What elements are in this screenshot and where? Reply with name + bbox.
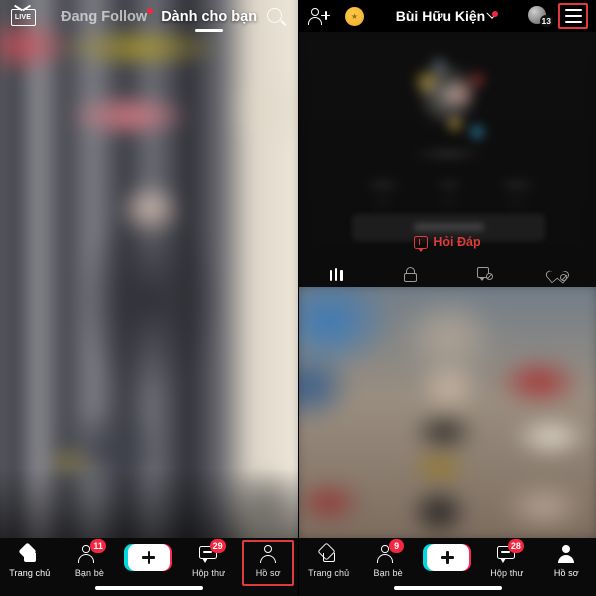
- liked-hidden-icon: [550, 267, 568, 281]
- friends-badge: 9: [389, 539, 405, 553]
- dual-screenshot-container: LIVE Đang Follow Dành cho bạn Trang chủ: [0, 0, 596, 596]
- create-post-button[interactable]: [418, 544, 477, 586]
- sidebar-item-home[interactable]: Trang chủ: [299, 544, 358, 586]
- create-plus-icon: [422, 544, 471, 571]
- add-person-icon[interactable]: [307, 5, 331, 27]
- tab-liked[interactable]: [522, 260, 596, 287]
- question-bubble-icon: [414, 235, 429, 252]
- nav-label-profile: Hồ sơ: [553, 568, 579, 578]
- hamburger-menu-icon[interactable]: [558, 3, 588, 29]
- tab-active-underline: [195, 29, 224, 32]
- sidebar-item-friends[interactable]: 11 Bạn bè: [60, 539, 120, 586]
- video-thumbnail-blurred: [299, 287, 596, 538]
- profile-icon: [557, 544, 575, 564]
- profile-tabs: [299, 260, 596, 287]
- live-antenna-icon: [23, 4, 39, 11]
- tab-following-label: Đang Follow: [61, 9, 148, 25]
- tab-posts[interactable]: [299, 260, 373, 287]
- sidebar-item-inbox[interactable]: 29 Hộp thư: [179, 539, 239, 586]
- title-notification-dot: [492, 11, 498, 17]
- tab-reposts[interactable]: [448, 260, 522, 287]
- inbox-icon: 29: [198, 539, 226, 564]
- inbox-badge: 29: [209, 539, 226, 553]
- create-plus-icon: [123, 544, 172, 571]
- nav-label-inbox: Hộp thư: [490, 568, 524, 578]
- home-icon: [319, 544, 338, 564]
- home-indicator: [95, 586, 203, 590]
- page-title: Bùi Hữu Kiện: [395, 8, 486, 24]
- tab-private[interactable]: [373, 260, 447, 287]
- home-indicator: [393, 586, 502, 590]
- sidebar-item-profile[interactable]: Hồ sơ: [238, 540, 298, 586]
- profile-icon: [259, 544, 277, 564]
- live-label: LIVE: [10, 8, 36, 26]
- search-icon[interactable]: [264, 5, 288, 29]
- repost-off-icon: [476, 267, 493, 281]
- friends-icon: 11: [78, 539, 106, 564]
- lock-private-icon: [403, 266, 417, 282]
- profile-title-dropdown[interactable]: Bùi Hữu Kiện: [364, 7, 528, 24]
- notification-avatar[interactable]: 13: [528, 5, 553, 27]
- notification-count: 13: [539, 15, 553, 27]
- inbox-icon: 28: [496, 539, 524, 564]
- friends-badge: 11: [90, 539, 106, 553]
- nav-label-inbox: Hộp thư: [191, 568, 226, 578]
- qa-label: Hỏi Đáp: [433, 235, 481, 249]
- nav-label-home: Trang chủ: [308, 568, 350, 578]
- live-icon[interactable]: LIVE: [10, 5, 36, 29]
- video-bottom-gradient: [0, 468, 298, 538]
- qa-link[interactable]: Hỏi Đáp: [299, 235, 596, 252]
- friends-icon: 9: [377, 539, 405, 564]
- right-phone-screen: ★ Bùi Hữu Kiện 13 Hỏi Đáp Trang chủ 9 Bạ…: [298, 0, 596, 596]
- coin-badge-icon[interactable]: ★: [345, 6, 364, 26]
- sidebar-item-friends[interactable]: 9 Bạn bè: [358, 539, 417, 586]
- profile-topbar: ★ Bùi Hữu Kiện 13: [299, 0, 596, 32]
- nav-label-friends: Bạn bè: [74, 568, 104, 578]
- inbox-badge: 28: [507, 539, 524, 553]
- nav-label-friends: Bạn bè: [373, 568, 403, 578]
- feed-topbar: LIVE Đang Follow Dành cho bạn: [0, 0, 298, 34]
- tab-for-you-label: Dành cho bạn: [161, 9, 258, 25]
- create-post-button[interactable]: [119, 544, 179, 586]
- profile-video-grid[interactable]: [299, 287, 596, 538]
- nav-label-home: Trang chủ: [9, 568, 51, 578]
- home-icon: [20, 544, 39, 564]
- profile-header-area: Hỏi Đáp: [299, 32, 596, 287]
- sidebar-item-profile[interactable]: Hồ sơ: [537, 544, 596, 586]
- nav-label-profile: Hồ sơ: [255, 568, 281, 578]
- tab-following-dot: [147, 8, 154, 14]
- sidebar-item-home[interactable]: Trang chủ: [0, 544, 60, 586]
- left-phone-screen: LIVE Đang Follow Dành cho bạn Trang chủ: [0, 0, 298, 596]
- grid-posts-icon: [329, 267, 343, 281]
- tab-following[interactable]: Đang Follow: [54, 8, 154, 25]
- tab-for-you[interactable]: Dành cho bạn: [154, 9, 264, 32]
- sidebar-item-inbox[interactable]: 28 Hộp thư: [477, 539, 536, 586]
